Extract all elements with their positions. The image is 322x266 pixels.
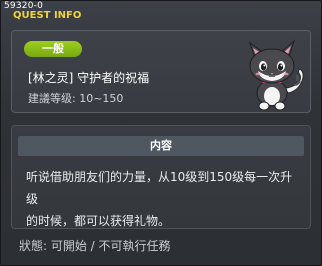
quest-category-badge: 一般 bbox=[24, 41, 82, 57]
content-description: 听说借助朋友们的力量，从10级到150级每一次升级 的时候，都可以获得礼物。 bbox=[26, 166, 304, 232]
quest-content-panel: 内容 听说借助朋友们的力量，从10级到150级每一次升级 的时候，都可以获得礼物… bbox=[11, 125, 311, 229]
content-line-2: 的时候，都可以获得礼物。 bbox=[26, 214, 171, 228]
quest-status: 狀態: 可開始 / 不可執行任務 bbox=[19, 239, 171, 253]
quest-name: [林之灵] 守护者的祝福 bbox=[28, 71, 150, 85]
quest-recommended-level: 建議等级: 10~150 bbox=[28, 92, 124, 105]
quest-info-window: 59320-0 QUEST INFO 一般 [林之灵] 守护者的祝福 建議等级:… bbox=[0, 0, 322, 266]
window-title: QUEST INFO bbox=[13, 10, 82, 21]
cat-npc-avatar bbox=[249, 39, 304, 111]
content-line-1: 听说借助朋友们的力量，从10级到150级每一次升级 bbox=[26, 170, 293, 206]
content-header: 内容 bbox=[18, 136, 304, 156]
quest-header-panel: 一般 [林之灵] 守护者的祝福 建議等级: 10~150 bbox=[11, 30, 311, 113]
